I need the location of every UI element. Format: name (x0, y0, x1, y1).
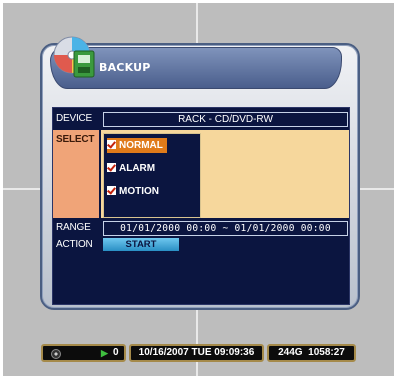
option-motion[interactable]: MOTION (107, 184, 163, 199)
label-column: DEVICE SELECT RANGE ACTION (53, 108, 99, 304)
hdd-icon: ▶ (101, 348, 108, 358)
checkbox-checked-icon[interactable] (107, 186, 116, 195)
dvr-screen: BACKUP DEVICE SELECT RANGE ACTION RACK -… (3, 3, 394, 376)
select-label: SELECT (56, 134, 95, 145)
checkbox-checked-icon[interactable] (107, 163, 116, 172)
storage-capacity: 244G (278, 347, 303, 358)
device-label: DEVICE (56, 113, 93, 124)
option-normal-label: NORMAL (119, 140, 163, 151)
backup-dialog: BACKUP DEVICE SELECT RANGE ACTION RACK -… (40, 36, 360, 310)
status-bar: ▶ 0 10/16/2007 TUE 09:09:36 244G 1058:27 (41, 344, 356, 362)
option-alarm[interactable]: ALARM (107, 161, 159, 176)
option-normal[interactable]: NORMAL (107, 138, 167, 153)
option-alarm-label: ALARM (119, 163, 156, 174)
record-count: 0 (113, 347, 119, 358)
checkbox-checked-icon[interactable] (107, 140, 116, 149)
select-label-box: SELECT (53, 130, 99, 218)
status-storage: 244G 1058:27 (267, 344, 356, 362)
status-segment-camera: ▶ 0 (41, 344, 126, 362)
camera-icon (51, 349, 61, 359)
storage-time: 1058:27 (308, 347, 345, 358)
event-type-list: NORMAL ALARM MOTION (103, 133, 201, 218)
device-field[interactable]: RACK - CD/DVD-RW (103, 112, 348, 127)
option-motion-label: MOTION (119, 186, 159, 197)
range-field[interactable]: 01/01/2000 00:00 ~ 01/01/2000 00:00 (103, 221, 348, 236)
backup-disc-icon (53, 36, 95, 78)
status-datetime: 10/16/2007 TUE 09:09:36 (129, 344, 264, 362)
action-label: ACTION (56, 239, 93, 250)
range-label: RANGE (56, 222, 91, 233)
dialog-title: BACKUP (99, 61, 151, 74)
backup-panel: DEVICE SELECT RANGE ACTION RACK - CD/DVD… (52, 107, 350, 305)
start-button[interactable]: START (103, 238, 179, 251)
